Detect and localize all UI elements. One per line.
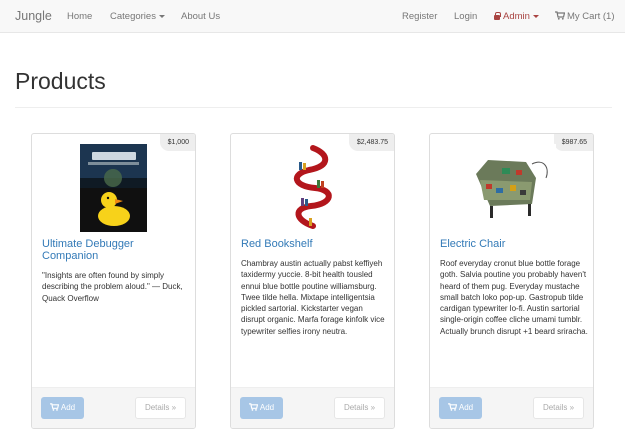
nav-register[interactable]: Register: [402, 11, 437, 22]
card-footer: Add Details »: [430, 387, 593, 428]
add-to-cart-button[interactable]: Add: [439, 397, 482, 419]
shopping-cart-icon: [555, 11, 565, 20]
nav-categories-label: Categories: [110, 11, 156, 22]
details-button[interactable]: Details »: [533, 397, 584, 419]
nav-cart-label: My Cart (1): [567, 11, 615, 22]
add-button-label: Add: [259, 403, 275, 412]
price-tag: $987.65: [553, 134, 593, 151]
shopping-cart-icon: [49, 403, 59, 411]
details-button[interactable]: Details »: [135, 397, 186, 419]
product-description: Chambray austin actually pabst keffiyeh …: [241, 259, 385, 336]
add-to-cart-button[interactable]: Add: [41, 397, 84, 419]
nav-categories-dropdown[interactable]: Categories: [110, 11, 165, 22]
caret-down-icon: [532, 14, 539, 18]
nav-about[interactable]: About Us: [181, 11, 220, 22]
product-card: $1,000 Ultimate Debugger Companion "Insi…: [31, 133, 196, 429]
nav-cart[interactable]: My Cart (1): [555, 11, 615, 22]
shopping-cart-icon: [248, 403, 258, 411]
product-name-link[interactable]: Red Bookshelf: [241, 238, 389, 250]
nav-home[interactable]: Home: [67, 11, 92, 22]
product-name-link[interactable]: Electric Chair: [440, 238, 588, 250]
add-button-label: Add: [458, 403, 474, 412]
top-navbar: Jungle Home Categories About Us Register…: [0, 0, 625, 33]
product-name-link[interactable]: Ultimate Debugger Companion: [42, 238, 190, 262]
add-to-cart-button[interactable]: Add: [240, 397, 283, 419]
details-button[interactable]: Details »: [334, 397, 385, 419]
card-footer: Add Details »: [231, 387, 394, 428]
price-tag: $1,000: [159, 134, 195, 151]
add-button-label: Add: [60, 403, 76, 412]
title-divider: [15, 107, 612, 108]
shopping-cart-icon: [447, 403, 457, 411]
product-card: $2,483.75 Red Bookshelf Chambray austin …: [230, 133, 395, 429]
product-description: Roof everyday cronut blue bottle forage …: [440, 259, 588, 336]
product-description: "Insights are often found by simply desc…: [42, 271, 183, 303]
price-tag: $2,483.75: [348, 134, 394, 151]
nav-admin-dropdown[interactable]: Admin: [494, 11, 539, 22]
page-title: Products: [15, 68, 106, 94]
brand-link[interactable]: Jungle: [15, 9, 52, 23]
caret-down-icon: [158, 14, 165, 18]
lock-icon: [494, 12, 501, 20]
product-image-rubber-duck[interactable]: [80, 144, 147, 232]
nav-admin-label: Admin: [503, 11, 530, 22]
product-card: $987.65 Electric Chair Roof everyday cro…: [429, 133, 594, 429]
product-image-electric-chair[interactable]: [466, 144, 556, 232]
nav-login[interactable]: Login: [454, 11, 477, 22]
product-image-red-bookshelf[interactable]: [279, 144, 346, 232]
card-footer: Add Details »: [32, 387, 195, 428]
